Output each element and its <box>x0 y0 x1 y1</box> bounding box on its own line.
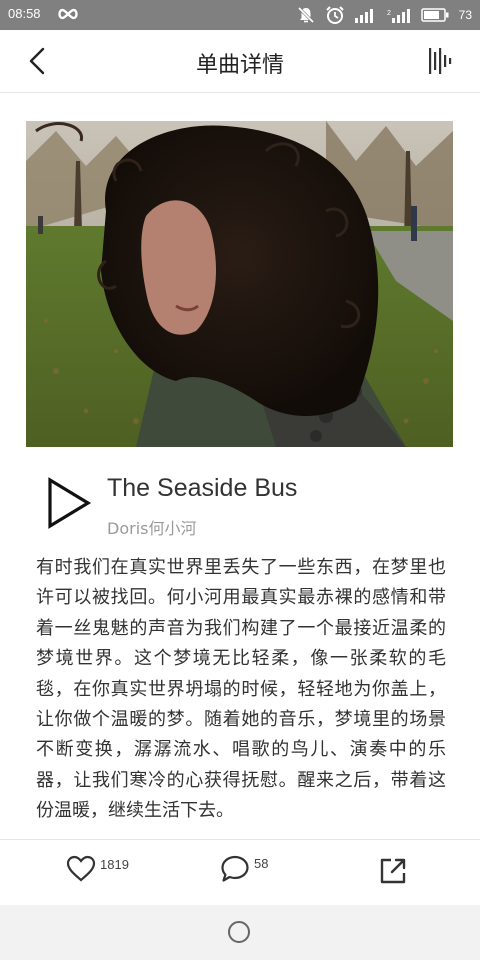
signal-icon <box>354 9 373 23</box>
battery-level: 73 <box>458 8 472 22</box>
action-bar: 1819 58 <box>0 839 480 906</box>
status-bar: 08:58 2 73 <box>0 0 480 30</box>
mute-icon <box>297 6 314 24</box>
share-icon <box>380 858 406 884</box>
play-icon[interactable] <box>44 476 92 530</box>
share-button[interactable] <box>378 856 408 886</box>
track-artist[interactable]: Doris何小河 <box>107 515 196 539</box>
comment-count: 58 <box>254 856 269 871</box>
battery-icon <box>420 8 449 22</box>
comment-bubble-icon <box>221 855 249 882</box>
like-count: 1819 <box>100 857 129 872</box>
heart-icon <box>66 855 96 882</box>
signal-2-icon: 2 <box>387 9 410 23</box>
like-button[interactable]: 1819 <box>66 855 129 883</box>
album-cover[interactable] <box>26 121 453 447</box>
track-info: The Seaside Bus Doris何小河 <box>26 466 456 542</box>
svg-text:2: 2 <box>387 10 391 17</box>
page-title: 单曲详情 <box>195 53 284 78</box>
alarm-icon <box>325 6 344 24</box>
infinity-icon <box>58 8 78 20</box>
status-time: 08:58 <box>8 6 41 21</box>
comment-button[interactable]: 58 <box>220 854 268 884</box>
track-title: The Seaside Bus <box>107 474 298 502</box>
home-circle-icon[interactable] <box>228 921 250 943</box>
sound-bars-icon[interactable] <box>424 44 458 78</box>
top-app-bar: 单曲详情 <box>0 30 480 93</box>
album-cover-photo <box>26 121 453 447</box>
status-icons: 2 73 <box>297 4 472 26</box>
system-nav-bar <box>0 905 480 960</box>
